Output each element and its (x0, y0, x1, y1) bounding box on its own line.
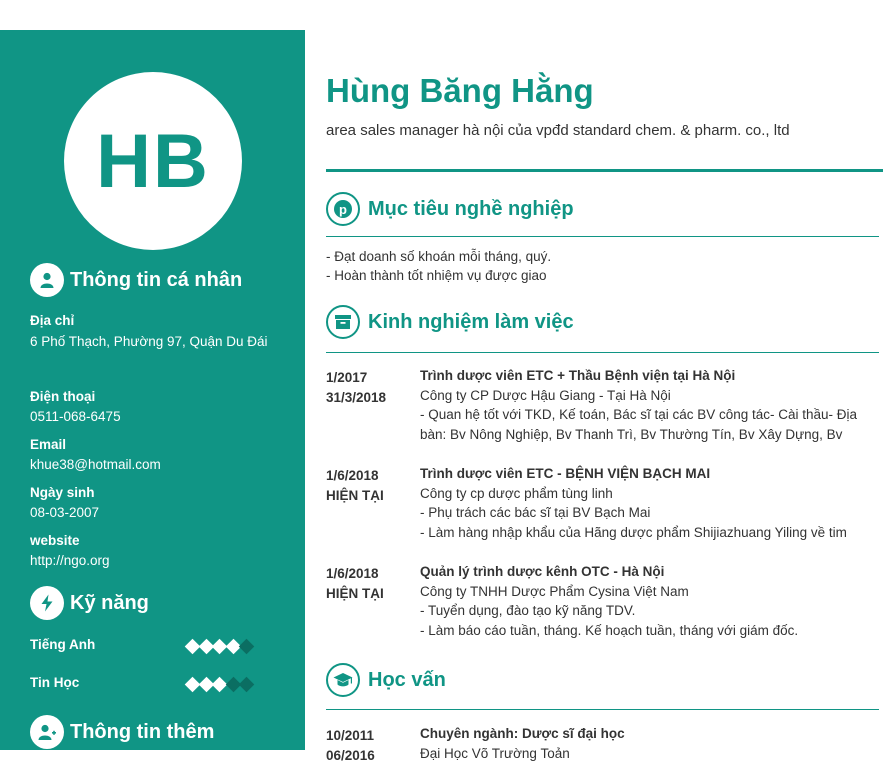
experience-detail: - Quan hệ tốt với TKD, Kế toán, Bác sĩ t… (420, 407, 858, 442)
dob-value: 08-03-2007 (30, 505, 100, 520)
main-content: Hùng Băng Hằng area sales manager hà nội… (305, 0, 894, 763)
experience-position: Quản lý trình dược kênh OTC - Hà Nội (420, 564, 665, 579)
experience-heading: Kinh nghiệm làm việc (326, 305, 574, 339)
skill-it-name: Tin Học (30, 675, 80, 690)
experience-item: Trình dược viên ETC + Thầu Bệnh viện tại… (420, 366, 880, 444)
experience-end: 31/3/2018 (326, 390, 387, 405)
experience-company: Công ty CP Dược Hậu Giang - Tại Hà Nội (420, 387, 671, 403)
experience-position: Trình dược viên ETC - BỆNH VIỆN BẠCH MAI (420, 466, 711, 481)
experience-divider (326, 352, 879, 353)
experience-end: HIỆN TẠI (326, 586, 384, 601)
archive-box-icon (326, 305, 360, 339)
personal-info-heading-text: Thông tin cá nhân (70, 268, 243, 291)
phone-label: Điện thoại (30, 389, 96, 404)
experience-start: 1/6/2018 (326, 468, 379, 483)
experience-date: 1/2017 31/3/2018 (326, 368, 386, 408)
education-school: Đại Học Võ Trường Toản (420, 745, 570, 761)
experience-end: HIỆN TẠI (326, 488, 384, 503)
website-value[interactable]: http://ngo.org (30, 551, 270, 571)
email-label: Email (30, 437, 67, 452)
objective-heading-text: Mục tiêu nghề nghiệp (368, 197, 574, 220)
skills-heading: Kỹ năng (30, 586, 149, 620)
experience-item: Quản lý trình dược kênh OTC - Hà Nội Côn… (420, 562, 880, 640)
rating-dot (238, 676, 255, 693)
user-plus-icon (30, 715, 64, 749)
email-value[interactable]: khue38@hotmail.com (30, 455, 270, 475)
education-major: Chuyên ngành: Dược sĩ đại học (420, 726, 625, 741)
sidebar: HB Thông tin cá nhân Địa chỉ 6 Phố Thạch… (0, 30, 305, 750)
address-label: Địa chỉ (30, 313, 75, 328)
education-heading-text: Học vấn (368, 668, 446, 691)
education-end: 06/2016 (326, 748, 375, 763)
experience-heading-text: Kinh nghiệm làm việc (368, 310, 574, 333)
personal-info-heading: Thông tin cá nhân (30, 263, 242, 297)
experience-date: 1/6/2018 HIỆN TẠI (326, 466, 384, 506)
candidate-name: Hùng Băng Hằng (326, 72, 594, 109)
experience-start: 1/2017 (326, 370, 368, 385)
objective-line: - Hoàn thành tốt nhiệm vụ được giao (326, 268, 547, 283)
address-value: 6 Phố Thạch, Phường 97, Quận Du Đái (30, 334, 268, 349)
experience-start: 1/6/2018 (326, 566, 379, 581)
more-info-heading-text: Thông tin thêm (70, 720, 215, 743)
dob-label: Ngày sinh (30, 485, 95, 500)
more-info-heading: Thông tin thêm (30, 715, 214, 749)
education-divider (326, 709, 879, 710)
phone-value: 0511-068-6475 (30, 409, 121, 424)
education-start: 10/2011 (326, 728, 375, 743)
lightning-icon (30, 586, 64, 620)
education-date: 10/2011 06/2016 (326, 726, 375, 766)
experience-position: Trình dược viên ETC + Thầu Bệnh viện tại… (420, 368, 736, 383)
objective-divider (326, 236, 879, 237)
experience-detail: - Phụ trách các bác sĩ tại BV Bạch Mai (420, 505, 651, 520)
education-heading: Học vấn (326, 663, 446, 697)
svg-text:p: p (339, 202, 347, 217)
skill-english-name: Tiếng Anh (30, 637, 96, 652)
experience-detail: - Làm báo cáo tuần, tháng. Kế hoạch tuần… (420, 622, 799, 638)
pinterest-icon: p (326, 192, 360, 226)
avatar-initials: HB (64, 72, 242, 250)
experience-company: Công ty cp dược phẩm tùng linh (420, 485, 613, 501)
experience-detail: - Tuyển dụng, đào tạo kỹ năng TDV. (420, 603, 636, 618)
rating-dot (238, 638, 255, 655)
experience-date: 1/6/2018 HIỆN TẠI (326, 564, 384, 604)
website-label: website (30, 533, 80, 548)
objective-line: - Đạt doanh số khoán mỗi tháng, quý. (326, 249, 552, 264)
graduation-cap-icon (326, 663, 360, 697)
experience-item: Trình dược viên ETC - BỆNH VIỆN BẠCH MAI… (420, 464, 880, 542)
skills-heading-text: Kỹ năng (70, 591, 149, 614)
objective-heading: p Mục tiêu nghề nghiệp (326, 192, 574, 226)
experience-detail: - Làm hàng nhập khẩu của Hãng dược phẩm … (420, 524, 847, 540)
candidate-title: area sales manager hà nội của vpđd stand… (326, 122, 790, 139)
header-divider (326, 169, 883, 172)
skill-english-rating (184, 638, 255, 655)
skill-it-rating (184, 676, 255, 693)
user-icon (30, 263, 64, 297)
experience-company: Công ty TNHH Dược Phẩm Cysina Việt Nam (420, 583, 689, 599)
education-item: Chuyên ngành: Dược sĩ đại học Đại Học Võ… (420, 724, 880, 763)
